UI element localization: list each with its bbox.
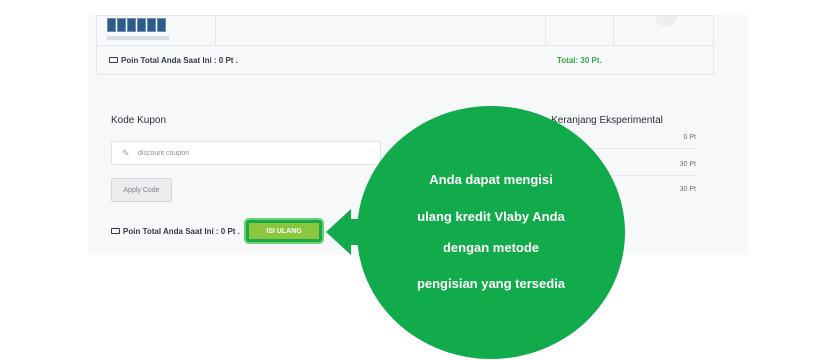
summary-row-value: 0 Pt [683,134,696,141]
refill-button[interactable]: ISI ULANG [246,220,322,242]
coupon-input[interactable]: ✎ discount coupon [111,141,381,165]
card-icon [109,56,118,63]
callout-text-line: pengisian yang tersedia [416,276,566,291]
cart-item-row [97,16,713,46]
callout-bubble [357,106,625,359]
cart-points-total: Poin Total Anda Saat Ini : 0 Pt . [109,56,238,65]
callout-text-line: ulang kredit Vlaby Anda [417,209,565,224]
page: Poin Total Anda Saat Ini : 0 Pt . Total:… [0,0,819,360]
coupon-title: Kode Kupon [111,115,167,126]
cart-table: Poin Total Anda Saat Ini : 0 Pt . Total:… [96,15,714,75]
remove-item-icon[interactable] [655,16,677,26]
callout-text-line: dengan metode [442,240,540,255]
arrow-left-icon [326,209,351,255]
pencil-icon: ✎ [122,148,130,158]
coupon-placeholder: discount coupon [138,150,189,157]
callout-text-line: Anda dapat mengisi [429,172,553,187]
cart-total: Total: 30 Pt. [557,56,602,65]
balance-points-total: Poin Total Anda Saat Ini : 0 Pt . [111,227,240,236]
apply-code-button[interactable]: Apply Code [111,178,172,202]
product-thumbnail[interactable] [107,18,169,40]
summary-row-value: 30 Pt [679,186,696,193]
card-icon [111,227,120,234]
summary-row-value: 30 Pt [679,161,696,168]
cart-points-row: Poin Total Anda Saat Ini : 0 Pt . Total:… [97,46,713,76]
